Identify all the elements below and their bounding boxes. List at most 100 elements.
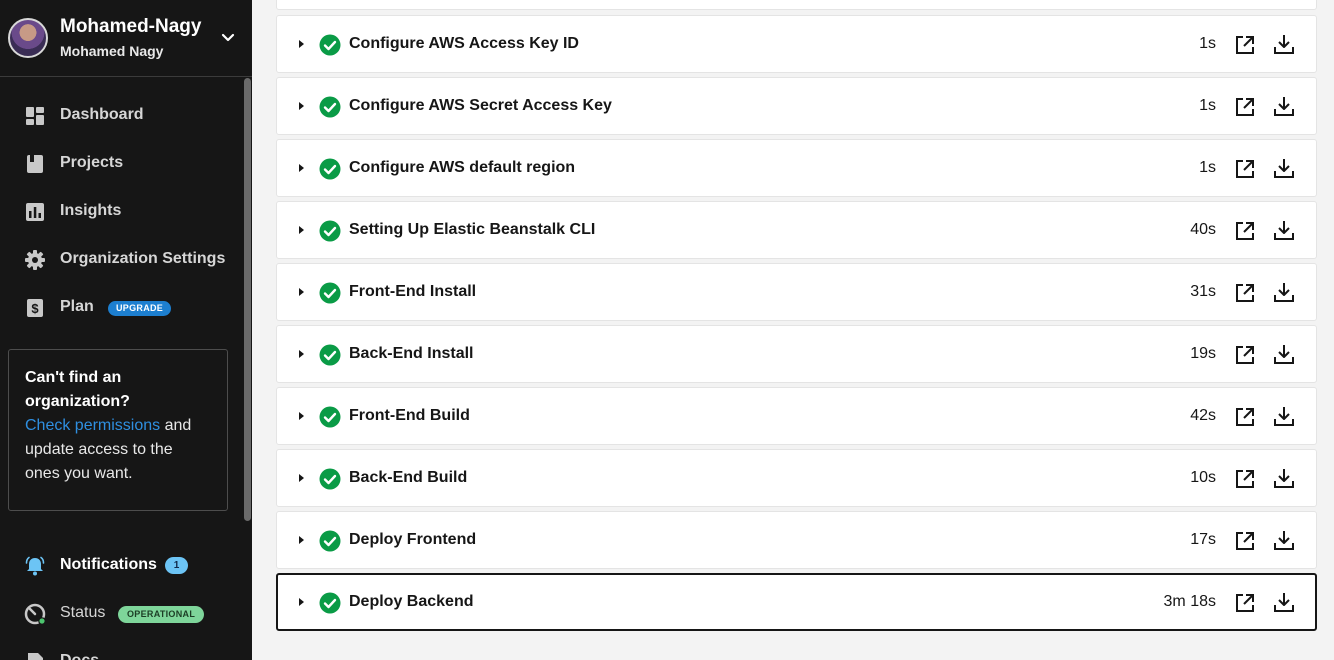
step-row[interactable]: Setting Up Elastic Beanstalk CLI 40s: [276, 201, 1317, 259]
notifications-count-badge: 1: [165, 557, 188, 574]
open-external-icon[interactable]: [1234, 592, 1256, 614]
dollar-icon: $: [27, 299, 43, 317]
bell-icon: [25, 556, 45, 576]
nav-item-status[interactable]: Status OPERATIONAL: [0, 594, 240, 634]
expand-caret-icon[interactable]: [299, 412, 304, 420]
download-icon[interactable]: [1272, 404, 1296, 428]
nav-item-projects[interactable]: Projects: [0, 144, 240, 184]
success-check-icon: [319, 406, 341, 428]
nav-item-docs[interactable]: Docs: [0, 642, 240, 660]
success-check-icon: [319, 468, 341, 490]
download-icon[interactable]: [1272, 466, 1296, 490]
open-external-icon[interactable]: [1234, 158, 1256, 180]
svg-text:$: $: [31, 301, 39, 316]
check-permissions-link[interactable]: Check permissions: [25, 417, 160, 434]
step-duration: 1s: [1199, 159, 1216, 176]
step-row[interactable]: Configure AWS Access Key ID 1s: [276, 15, 1317, 73]
bar-chart-icon: [26, 203, 44, 221]
step-row[interactable]: Configure AWS default region 1s: [276, 139, 1317, 197]
expand-caret-icon[interactable]: [299, 288, 304, 296]
nav-item-organization-settings[interactable]: Organization Settings: [0, 240, 240, 280]
nav-item-notifications[interactable]: Notifications 1: [0, 546, 240, 586]
org-user-name: Mohamed Nagy: [60, 43, 164, 59]
step-row[interactable]: Deploy Backend 3m 18s: [276, 573, 1317, 631]
expand-caret-icon[interactable]: [299, 474, 304, 482]
open-external-icon[interactable]: [1234, 406, 1256, 428]
step-duration: 17s: [1190, 531, 1216, 548]
gear-icon: [25, 250, 45, 270]
open-external-icon[interactable]: [1234, 220, 1256, 242]
step-duration: 1s: [1199, 35, 1216, 52]
success-check-icon: [319, 220, 341, 242]
operational-badge: OPERATIONAL: [118, 606, 205, 623]
success-check-icon: [319, 592, 341, 614]
upgrade-badge[interactable]: UPGRADE: [108, 301, 172, 316]
step-row[interactable]: Front-End Build 42s: [276, 387, 1317, 445]
step-row[interactable]: Configure AWS Secret Access Key 1s: [276, 77, 1317, 135]
step-name: Front-End Build: [349, 407, 470, 424]
nav-label-notifications: Notifications: [60, 556, 157, 573]
nav-label-status: Status: [60, 604, 106, 621]
step-duration: 19s: [1190, 345, 1216, 362]
download-icon[interactable]: [1272, 156, 1296, 180]
expand-caret-icon[interactable]: [299, 536, 304, 544]
step-name: Front-End Install: [349, 283, 477, 300]
open-external-icon[interactable]: [1234, 468, 1256, 490]
step-duration: 1s: [1199, 97, 1216, 114]
expand-caret-icon[interactable]: [299, 164, 304, 172]
nav-item-dashboard[interactable]: Dashboard: [0, 96, 240, 136]
open-external-icon[interactable]: [1234, 530, 1256, 552]
download-icon[interactable]: [1272, 528, 1296, 552]
success-check-icon: [319, 34, 341, 56]
success-check-icon: [319, 344, 341, 366]
open-external-icon[interactable]: [1234, 282, 1256, 304]
download-icon[interactable]: [1272, 94, 1296, 118]
sidebar: Mohamed-Nagy Mohamed Nagy Dashboard Proj…: [0, 0, 252, 660]
step-duration: 10s: [1190, 469, 1216, 486]
step-row[interactable]: Front-End Install 31s: [276, 263, 1317, 321]
nav-label-docs: Docs: [60, 652, 99, 660]
download-icon[interactable]: [1272, 280, 1296, 304]
step-name: Back-End Build: [349, 469, 468, 486]
download-icon[interactable]: [1272, 342, 1296, 366]
step-duration: 42s: [1190, 407, 1216, 424]
open-external-icon[interactable]: [1234, 34, 1256, 56]
help-card-title: Can't find an organization?: [25, 369, 130, 410]
step-duration: 31s: [1190, 283, 1216, 300]
expand-caret-icon[interactable]: [299, 226, 304, 234]
nav-label-insights: Insights: [60, 202, 122, 219]
download-icon[interactable]: [1272, 590, 1296, 614]
success-check-icon: [319, 96, 341, 118]
step-name: Deploy Frontend: [349, 531, 477, 548]
step-row[interactable]: Back-End Install 19s: [276, 325, 1317, 383]
success-check-icon: [319, 158, 341, 180]
success-check-icon: [319, 530, 341, 552]
help-card-body: Check permissions and update access to t…: [25, 414, 211, 486]
org-help-card: Can't find an organization? Check permis…: [8, 349, 228, 511]
expand-caret-icon[interactable]: [299, 40, 304, 48]
nav-item-insights[interactable]: Insights: [0, 192, 240, 232]
step-name: Configure AWS default region: [349, 159, 576, 176]
nav-label-projects: Projects: [60, 154, 124, 171]
download-icon[interactable]: [1272, 32, 1296, 56]
expand-caret-icon[interactable]: [299, 102, 304, 110]
nav-item-plan[interactable]: $ Plan UPGRADE: [0, 288, 240, 328]
step-name: Setting Up Elastic Beanstalk CLI: [349, 221, 596, 238]
step-row-prev[interactable]: [276, 0, 1317, 10]
step-name: Back-End Install: [349, 345, 474, 362]
open-external-icon[interactable]: [1234, 344, 1256, 366]
open-external-icon[interactable]: [1234, 96, 1256, 118]
step-row[interactable]: Back-End Build 10s: [276, 449, 1317, 507]
download-icon[interactable]: [1272, 218, 1296, 242]
nav-label-dashboard: Dashboard: [60, 106, 144, 123]
step-name: Deploy Backend: [349, 593, 474, 610]
org-switcher[interactable]: Mohamed-Nagy Mohamed Nagy: [0, 0, 252, 77]
nav-label-organization-settings: Organization Settings: [60, 250, 226, 267]
chevron-down-icon[interactable]: [219, 28, 237, 46]
book-icon: [27, 155, 43, 173]
step-row[interactable]: Deploy Frontend 17s: [276, 511, 1317, 569]
sidebar-scrollbar[interactable]: [244, 78, 251, 521]
expand-caret-icon[interactable]: [299, 350, 304, 358]
expand-caret-icon[interactable]: [299, 598, 304, 606]
step-name: Configure AWS Secret Access Key: [349, 97, 612, 114]
